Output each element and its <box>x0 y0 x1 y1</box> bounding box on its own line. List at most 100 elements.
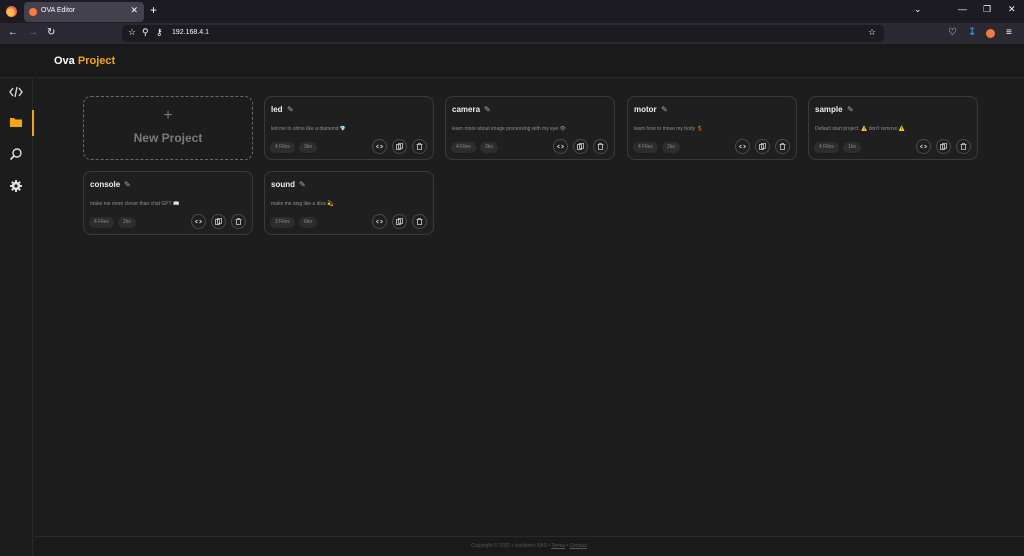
url-bar[interactable]: ☆ ⚲ ⚷ 192.168.4.1 ☆ <box>122 25 884 42</box>
project-card[interactable]: console ✎ make me more clever than chat … <box>83 171 253 235</box>
project-description: learn how to move my body 💃 <box>634 126 703 132</box>
project-card[interactable]: sound ✎ make me sing like a diva 💫 3 Fil… <box>264 171 434 235</box>
copy-icon <box>396 218 403 225</box>
files-count-badge: 4 Files <box>270 142 295 153</box>
minimize-button[interactable]: — <box>958 4 967 14</box>
delete-button[interactable] <box>593 139 608 154</box>
new-tab-button[interactable]: + <box>150 3 157 17</box>
edit-pencil-icon[interactable]: ✎ <box>287 105 294 114</box>
browser-tab-bar: OVA Editor ✕ + ⌄ — ❐ ✕ <box>0 0 1024 23</box>
edit-pencil-icon[interactable]: ✎ <box>299 180 306 189</box>
duplicate-button[interactable] <box>573 139 588 154</box>
size-badge: 3ko <box>299 142 318 153</box>
project-card[interactable]: camera ✎ learn more about image processi… <box>445 96 615 160</box>
sidebar-item-projects[interactable] <box>0 110 34 136</box>
copy-icon <box>940 143 947 150</box>
project-title[interactable]: camera <box>452 105 480 114</box>
delete-button[interactable] <box>956 139 971 154</box>
search-icon <box>9 148 22 161</box>
trash-icon <box>416 143 423 150</box>
edit-pencil-icon[interactable]: ✎ <box>124 180 131 189</box>
project-card[interactable]: sample ✎ Default start project. ⚠️ don't… <box>808 96 978 160</box>
trash-icon <box>779 143 786 150</box>
open-code-button[interactable] <box>916 139 931 154</box>
size-badge: 1ko <box>843 142 862 153</box>
sidebar-item-code[interactable] <box>0 80 33 104</box>
sidebar-item-search[interactable] <box>0 142 33 166</box>
duplicate-button[interactable] <box>211 214 226 229</box>
footer: Copyright © 2022 • Issidiotev SAS • Term… <box>34 536 1024 555</box>
folder-icon <box>10 118 22 127</box>
files-count-badge: 3 Files <box>270 217 295 228</box>
open-code-button[interactable] <box>372 139 387 154</box>
project-title[interactable]: console <box>90 180 120 189</box>
trash-icon <box>597 143 604 150</box>
delete-button[interactable] <box>412 214 427 229</box>
trash-icon <box>960 143 967 150</box>
project-card[interactable]: led ✎ led me to shine like a diamond 💎 4… <box>264 96 434 160</box>
copy-icon <box>396 143 403 150</box>
extension-icon[interactable] <box>986 29 995 38</box>
key-icon[interactable]: ⚷ <box>156 27 163 38</box>
shield-icon[interactable]: ☆ <box>128 27 136 38</box>
project-title[interactable]: motor <box>634 105 657 114</box>
forward-arrow-icon[interactable]: → <box>28 27 38 38</box>
project-description: make me sing like a diva 💫 <box>271 201 334 207</box>
project-title[interactable]: sample <box>815 105 843 114</box>
brand-logo[interactable]: Ova Project <box>54 55 115 67</box>
restore-button[interactable]: ❐ <box>983 4 991 15</box>
sidebar-item-settings[interactable] <box>0 174 33 198</box>
edit-pencil-icon[interactable]: ✎ <box>484 105 491 114</box>
new-project-label: New Project <box>133 131 203 145</box>
delete-button[interactable] <box>231 214 246 229</box>
copy-icon <box>759 143 766 150</box>
tab-favicon-icon <box>29 8 37 16</box>
sidebar <box>0 78 34 555</box>
firefox-icon[interactable] <box>6 6 17 17</box>
duplicate-button[interactable] <box>392 139 407 154</box>
download-icon[interactable]: ↧ <box>968 27 976 38</box>
tab-close-icon[interactable]: ✕ <box>130 5 138 16</box>
lock-warning-icon[interactable]: ⚲ <box>142 27 149 38</box>
edit-pencil-icon[interactable]: ✎ <box>847 105 854 114</box>
new-project-card[interactable]: + New Project <box>83 96 253 160</box>
terms-link[interactable]: Terms <box>551 543 565 549</box>
open-code-button[interactable] <box>553 139 568 154</box>
project-description: Default start project. ⚠️ don't remove ⚠… <box>815 126 906 132</box>
duplicate-button[interactable] <box>392 214 407 229</box>
open-code-button[interactable] <box>372 214 387 229</box>
gear-icon <box>10 180 22 192</box>
project-card[interactable]: motor ✎ learn how to move my body 💃 4 Fi… <box>627 96 797 160</box>
open-code-button[interactable] <box>191 214 206 229</box>
size-badge: 6ko <box>299 217 318 228</box>
open-code-button[interactable] <box>735 139 750 154</box>
duplicate-button[interactable] <box>755 139 770 154</box>
code-icon <box>376 144 383 149</box>
project-title[interactable]: sound <box>271 180 295 189</box>
back-arrow-icon[interactable]: ← <box>8 27 18 38</box>
reload-icon[interactable]: ↻ <box>47 27 55 38</box>
code-icon <box>920 144 927 149</box>
delete-button[interactable] <box>775 139 790 154</box>
project-title[interactable]: led <box>271 105 283 114</box>
trash-icon <box>416 218 423 225</box>
browser-tab[interactable]: OVA Editor ✕ <box>24 2 144 22</box>
close-window-button[interactable]: ✕ <box>1008 4 1016 15</box>
tab-title: OVA Editor <box>41 7 76 14</box>
code-icon <box>557 144 564 149</box>
menu-icon[interactable]: ≡ <box>1006 27 1012 38</box>
tab-list-icon[interactable]: ⌄ <box>914 4 922 15</box>
code-icon <box>195 219 202 224</box>
contact-link[interactable]: Contact <box>570 543 587 549</box>
url-text[interactable]: 192.168.4.1 <box>172 29 209 36</box>
files-count-badge: 4 Files <box>814 142 839 153</box>
delete-button[interactable] <box>412 139 427 154</box>
project-description: led me to shine like a diamond 💎 <box>271 126 347 132</box>
bookmark-star-icon[interactable]: ☆ <box>868 27 876 38</box>
plus-icon: + <box>163 107 173 124</box>
browser-nav-bar: ← → ↻ ☆ ⚲ ⚷ 192.168.4.1 ☆ ♡ ↧ ≡ <box>0 23 1024 44</box>
duplicate-button[interactable] <box>936 139 951 154</box>
pocket-icon[interactable]: ♡ <box>948 27 957 38</box>
edit-pencil-icon[interactable]: ✎ <box>661 105 668 114</box>
brand-accent: Project <box>77 55 116 67</box>
